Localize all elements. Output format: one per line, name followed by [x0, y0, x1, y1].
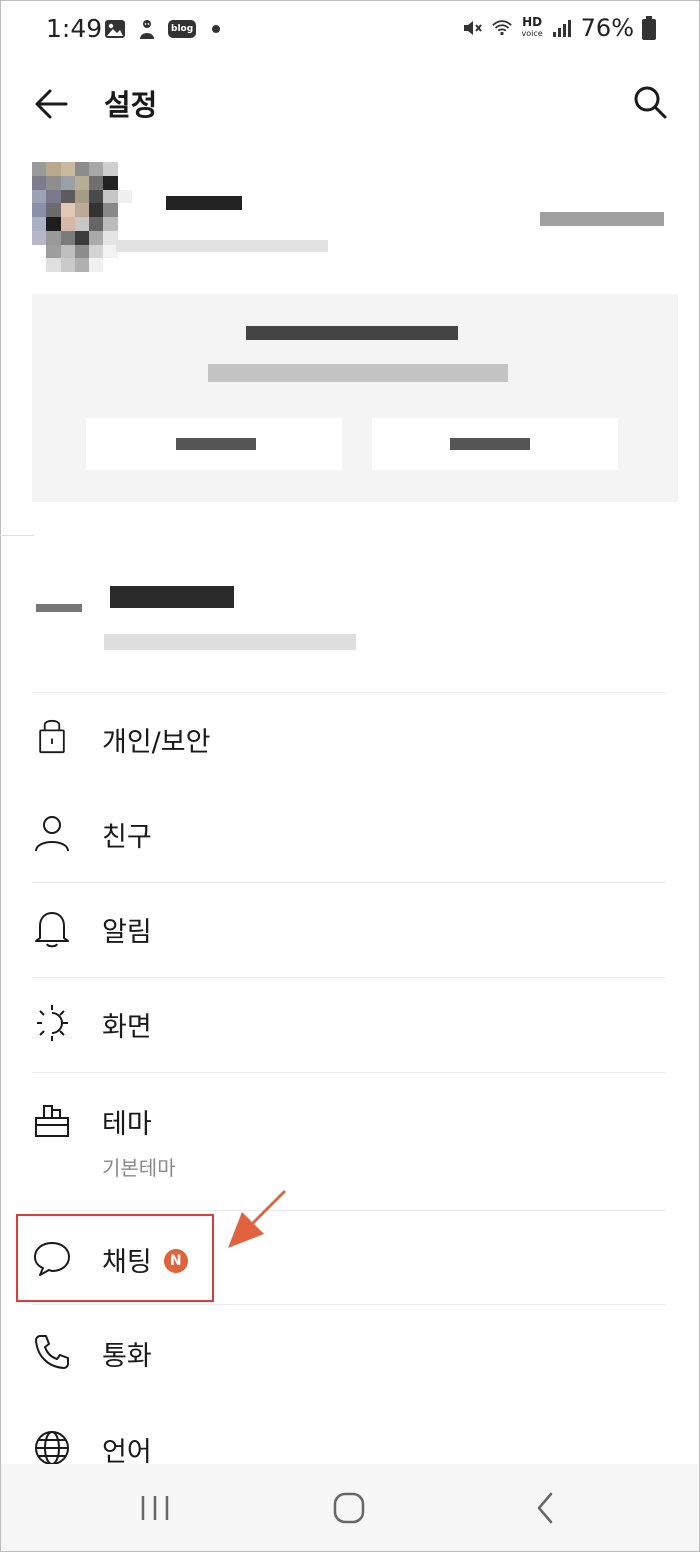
row-separator [32, 1304, 666, 1305]
person-icon [32, 813, 72, 853]
mute-icon [464, 21, 483, 35]
menu-label: 개인/보안 [102, 727, 211, 758]
menu-item-language[interactable]: 언어 [32, 1400, 666, 1464]
profile-status-redacted [116, 240, 328, 252]
menu-label: 통화 [102, 1341, 152, 1372]
back-arrow-icon[interactable] [30, 82, 74, 126]
promo-card [32, 294, 678, 502]
system-nav-bar [1, 1464, 699, 1551]
row-separator [32, 977, 666, 978]
notification-icons: blog [104, 18, 221, 40]
account-row[interactable] [0, 570, 700, 670]
more-notifications-dot [212, 25, 221, 33]
recent-apps-icon[interactable] [135, 1488, 175, 1528]
menu-item-notifications[interactable]: 알림 [32, 884, 666, 974]
battery-percent: 76% [580, 14, 634, 42]
pointer-arrow-icon [228, 1190, 286, 1248]
lock-icon [32, 714, 72, 754]
menu-label: 알림 [102, 917, 152, 948]
row-separator [32, 692, 666, 693]
menu-item-call[interactable]: 통화 [32, 1306, 666, 1396]
status-time: 1:49 [46, 14, 103, 43]
back-nav-icon[interactable] [525, 1488, 565, 1528]
phone-icon [32, 1332, 72, 1372]
account-title-redacted [110, 586, 234, 608]
gallery-icon [105, 20, 125, 38]
menu-label: 친구 [102, 822, 152, 853]
row-separator [32, 1210, 666, 1211]
highlight-box [16, 1214, 214, 1302]
promo-right-button[interactable] [372, 418, 618, 470]
promo-title-redacted [246, 326, 458, 340]
row-separator [32, 882, 666, 883]
menu-label: 화면 [102, 1012, 152, 1043]
menu-item-theme[interactable]: 테마 기본테마 [32, 1074, 666, 1208]
profile-section[interactable] [0, 150, 700, 280]
row-separator [32, 1072, 666, 1073]
promo-right-label-redacted [450, 438, 530, 450]
promo-left-label-redacted [176, 438, 256, 450]
profile-name-redacted [166, 196, 242, 210]
menu-label: 테마 [102, 1109, 152, 1140]
battery-icon [642, 16, 656, 40]
home-icon[interactable] [329, 1488, 369, 1528]
account-icon-redacted [36, 604, 82, 612]
display-brightness-icon [32, 1003, 72, 1043]
avatar[interactable] [32, 162, 132, 272]
menu-item-display[interactable]: 화면 [32, 979, 666, 1069]
app-character-icon [140, 20, 154, 39]
account-sub-redacted [104, 634, 356, 650]
profile-action-redacted [540, 212, 664, 226]
system-status-icons: HD voice 76% [461, 14, 656, 42]
menu-label: 언어 [102, 1437, 152, 1464]
globe-icon [32, 1428, 72, 1464]
bell-icon [32, 908, 72, 948]
section-divider [0, 535, 34, 536]
paint-brush-icon [32, 1100, 72, 1140]
hd-voice-icon: HD voice [521, 15, 543, 38]
page-title: 설정 [104, 88, 158, 122]
promo-desc-redacted [208, 364, 508, 382]
search-icon[interactable] [628, 80, 672, 124]
blog-icon: blog [168, 20, 197, 38]
menu-item-friends[interactable]: 친구 [32, 789, 666, 879]
app-header: 설정 [0, 62, 700, 142]
signal-icon [552, 20, 571, 37]
status-bar: 1:49 blog HD voice 76% [0, 0, 700, 62]
wifi-icon [492, 20, 513, 36]
menu-item-privacy-security[interactable]: 개인/보안 [32, 694, 666, 784]
menu-sublabel: 기본테마 [102, 1156, 176, 1180]
promo-left-button[interactable] [86, 418, 342, 470]
